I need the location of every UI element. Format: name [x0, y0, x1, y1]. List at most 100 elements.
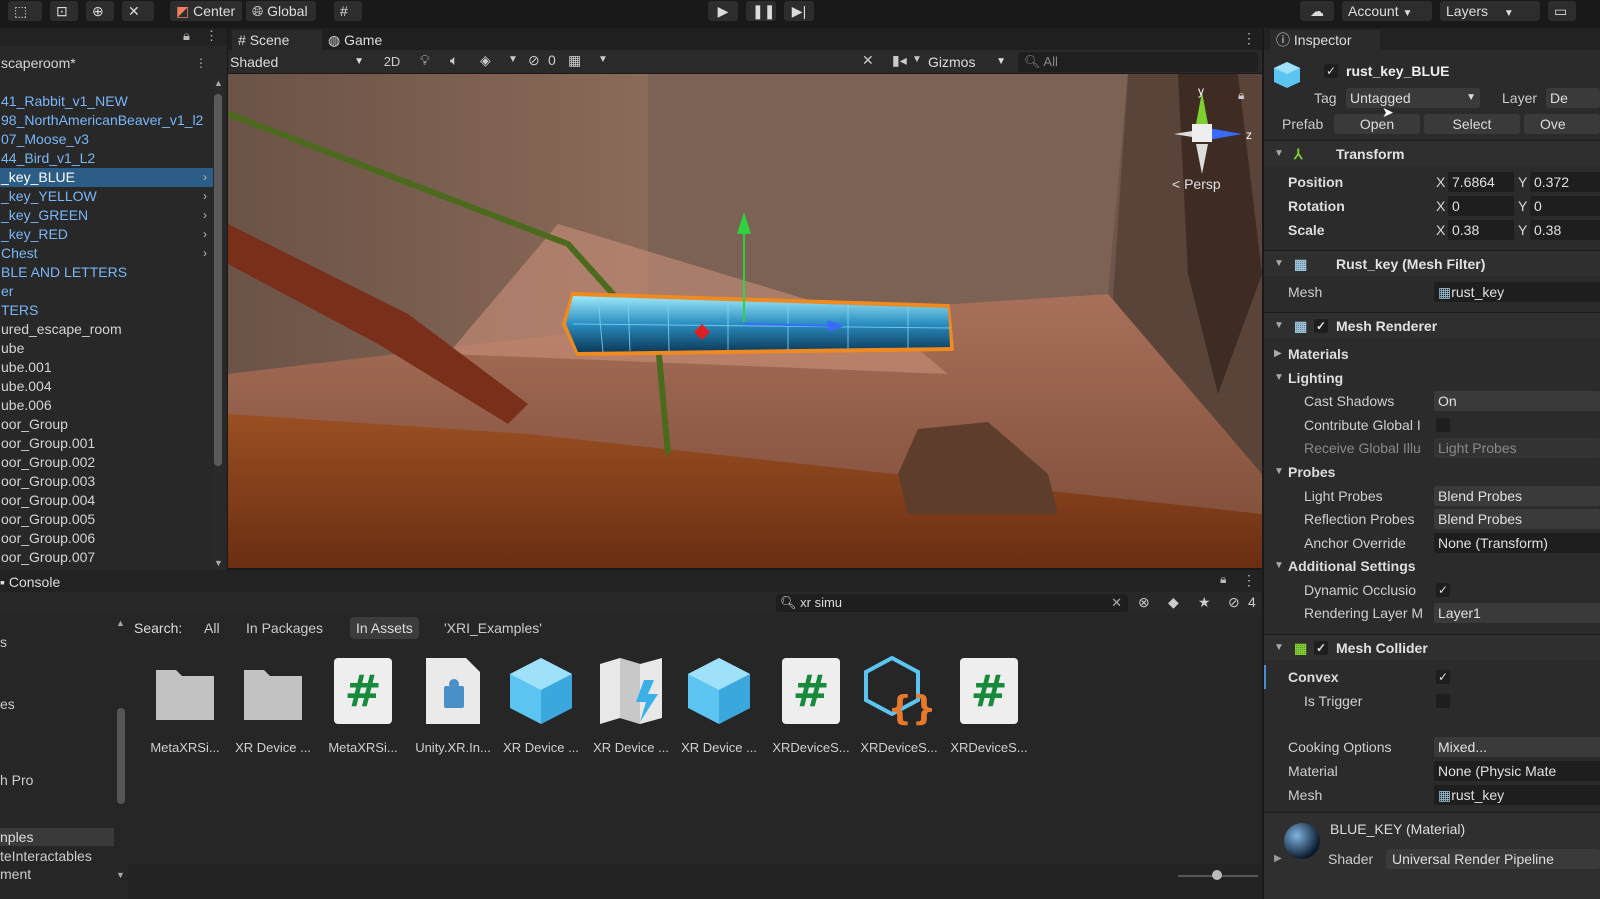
more-options-icon[interactable]: ⋮ [195, 54, 207, 73]
chevron-right-icon[interactable]: › [203, 206, 207, 225]
anchor-override-field[interactable]: None (Transform) [1434, 533, 1600, 553]
rotation-y-field[interactable]: 0 [1530, 196, 1600, 216]
hierarchy-item[interactable]: oor_Group.003 [0, 472, 213, 491]
icon-size-slider-handle[interactable] [1212, 870, 1222, 880]
asset-item[interactable]: XR Device ... [588, 656, 674, 755]
custom-tool-button[interactable]: ✕ [122, 1, 154, 21]
asset-item[interactable]: XR Device ... [498, 656, 584, 755]
reflection-probes-dropdown[interactable]: Blend Probes [1434, 509, 1600, 529]
chevron-down-icon[interactable]: ▼ [912, 54, 922, 65]
more-options-icon[interactable]: ⋮ [1242, 30, 1256, 47]
shader-dropdown[interactable]: Universal Render Pipeline [1386, 849, 1600, 869]
scroll-down-icon[interactable]: ▼ [116, 870, 125, 880]
hierarchy-item[interactable]: 44_Bird_v1_L2 [0, 149, 213, 168]
scroll-down-icon[interactable]: ▼ [214, 558, 223, 568]
hierarchy-item[interactable]: scaperoom* ⋮ [0, 54, 213, 73]
mesh-filter-header[interactable]: ▼ ▦ Rust_key (Mesh Filter) [1264, 250, 1600, 276]
play-button[interactable]: ▶ [708, 1, 738, 21]
hierarchy-item[interactable]: ured_escape_room [0, 320, 213, 339]
pause-button[interactable]: ❚❚ [746, 1, 776, 21]
rendering-layer-dropdown[interactable]: Layer1 [1434, 603, 1600, 623]
scale-y-field[interactable]: 0.38 [1530, 220, 1600, 240]
asset-item[interactable]: # XRDeviceS... [768, 656, 854, 755]
grid-toggle-icon[interactable]: ▦ [568, 52, 581, 69]
hierarchy-item[interactable]: oor_Group.007 [0, 548, 213, 567]
asset-item[interactable]: MetaXRSi... [142, 656, 228, 755]
scroll-up-icon[interactable]: ▲ [214, 78, 223, 88]
probes-foldout[interactable]: ▼ Probes [1264, 460, 1600, 484]
cast-shadows-dropdown[interactable]: On [1434, 391, 1600, 411]
audio-toggle-icon[interactable]: 🔈︎ [450, 52, 458, 69]
2d-toggle[interactable]: 2D [378, 52, 406, 72]
collider-mesh-field[interactable]: ▦rust_key [1434, 785, 1600, 805]
hierarchy-item[interactable]: er [0, 282, 213, 301]
position-x-field[interactable]: 7.6864 [1448, 172, 1514, 192]
tab-scene[interactable]: # Scene [232, 30, 322, 50]
hierarchy-item[interactable]: TERS [0, 301, 213, 320]
projection-toggle[interactable]: < Persp [1172, 176, 1221, 192]
search-by-type-icon[interactable]: ⊗ [1138, 594, 1150, 611]
hierarchy-item[interactable]: ube [0, 339, 213, 358]
account-dropdown[interactable]: Account ▼ [1342, 1, 1432, 21]
is-trigger-checkbox[interactable] [1436, 694, 1450, 708]
hierarchy-item[interactable]: 98_NorthAmericanBeaver_v1_l2 [0, 111, 213, 130]
foldout-collapsed-icon[interactable]: ▶ [1274, 853, 1282, 864]
chevron-right-icon[interactable]: › [203, 168, 207, 187]
more-options-icon[interactable]: ⋮ [1242, 572, 1256, 589]
mesh-object-field[interactable]: ▦rust_key [1434, 282, 1600, 302]
hierarchy-item[interactable]: ube.004 [0, 377, 213, 396]
grid-snap-button[interactable]: # [334, 1, 362, 21]
lighting-toggle-icon[interactable]: 💡︎ [420, 52, 430, 69]
hierarchy-item[interactable]: BLE AND LETTERS [0, 263, 213, 282]
prefab-overrides-dropdown[interactable]: Ove [1524, 114, 1600, 134]
hierarchy-item[interactable]: oor_Group.004 [0, 491, 213, 510]
step-button[interactable]: ▶| [784, 1, 814, 21]
lock-icon[interactable]: 🔒︎ [183, 28, 190, 44]
asset-item[interactable]: XR Device ... [230, 656, 316, 755]
collider-material-field[interactable]: None (Physic Mate [1434, 761, 1600, 781]
hand-tool-button[interactable]: ⬚ [8, 1, 42, 21]
mesh-collider-header[interactable]: ▼ ▦ ✓ Mesh Collider [1264, 634, 1600, 660]
project-search-input[interactable]: 🔍︎ xr simu ✕ [776, 594, 1128, 612]
convex-checkbox[interactable]: ✓ [1436, 670, 1450, 684]
more-options-icon[interactable]: ⋮ [205, 28, 218, 44]
transform-tool-button[interactable]: ⊕ [86, 1, 114, 21]
light-probes-dropdown[interactable]: Blend Probes [1434, 486, 1600, 506]
folder-tree-scroll-thumb[interactable] [117, 708, 125, 804]
effects-toggle-icon[interactable]: ◈ [480, 52, 491, 69]
asset-item[interactable]: XR Device ... [676, 656, 762, 755]
mesh-renderer-header[interactable]: ▼ ▦ ✓ Mesh Renderer [1264, 312, 1600, 338]
gizmos-dropdown[interactable]: Gizmos ▼ [928, 52, 1008, 72]
scope-folder-tab[interactable]: 'XRI_Examples' [444, 618, 542, 638]
hierarchy-item[interactable]: _key_YELLOW › [0, 187, 213, 206]
layer-dropdown[interactable]: De [1546, 88, 1600, 108]
folder-tree-item-selected[interactable]: nples [0, 828, 114, 846]
tag-dropdown[interactable]: Untagged ▼ [1346, 88, 1480, 108]
search-by-label-icon[interactable]: ◆ [1168, 594, 1179, 611]
scroll-up-icon[interactable]: ▲ [116, 618, 125, 628]
chevron-right-icon[interactable]: › [203, 187, 207, 206]
transform-header[interactable]: ▼ ⅄ Transform [1264, 140, 1600, 166]
hierarchy-item[interactable]: oor_Group.002 [0, 453, 213, 472]
hierarchy-scrollbar[interactable]: ▲ ▼ [213, 78, 223, 578]
scope-all-tab[interactable]: All [204, 618, 220, 638]
mesh-renderer-enabled-checkbox[interactable]: ✓ [1314, 319, 1328, 333]
hierarchy-item[interactable]: _key_RED › [0, 225, 213, 244]
position-y-field[interactable]: 0.372 [1530, 172, 1600, 192]
scale-x-field[interactable]: 0.38 [1448, 220, 1514, 240]
asset-item[interactable]: Unity.XR.In... [410, 656, 496, 755]
scope-in-assets-tab[interactable]: In Assets [350, 617, 419, 639]
hierarchy-item[interactable]: Chest › [0, 244, 213, 263]
hierarchy-item[interactable]: ube.001 [0, 358, 213, 377]
folder-tree-item[interactable]: teInteractables [0, 848, 92, 864]
object-name-field[interactable]: rust_key_BLUE [1346, 61, 1600, 81]
scene-viewport[interactable]: y z < Persp 🔒︎ [228, 74, 1262, 568]
folder-tree-item[interactable]: h Pro [0, 772, 33, 788]
layout-dropdown[interactable]: ▭ [1548, 1, 1576, 21]
tab-game[interactable]: ◍ Game [326, 30, 416, 50]
cooking-options-dropdown[interactable]: Mixed... [1434, 737, 1600, 757]
space-toggle[interactable]: 🌐︎ Global [246, 1, 316, 21]
shading-mode-dropdown[interactable]: Shaded ▼ [230, 52, 368, 72]
chevron-right-icon[interactable]: › [203, 225, 207, 244]
hierarchy-item[interactable]: 07_Moose_v3 [0, 130, 213, 149]
